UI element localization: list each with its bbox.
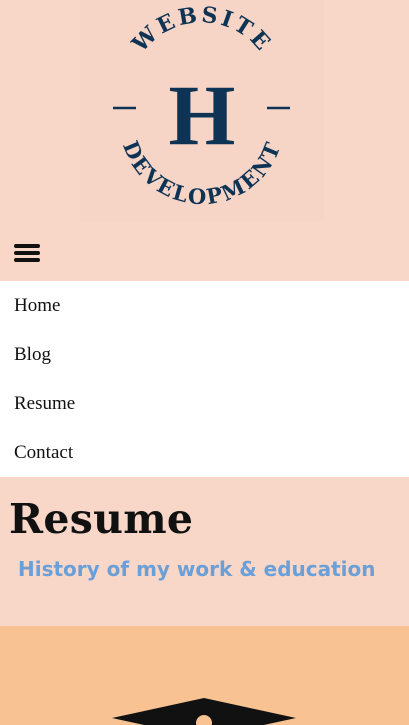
menu-bar [14, 258, 40, 262]
main-navigation: Home Blog Resume Contact [0, 281, 409, 477]
education-band [0, 626, 409, 725]
menu-bar [14, 244, 40, 248]
logo-top-text: WEBSITE [127, 2, 278, 58]
hamburger-menu-icon[interactable] [14, 243, 40, 263]
site-header: WEBSITE H DEVELOPMENT [0, 0, 409, 281]
graduation-cap-icon [112, 698, 296, 725]
page-hero: Resume History of my work & education [0, 477, 409, 626]
logo-letter: H [169, 67, 236, 163]
logo-emblem: WEBSITE H DEVELOPMENT [113, 2, 290, 209]
page-title: Resume [9, 495, 194, 543]
page-subtitle: History of my work & education [18, 557, 376, 581]
menu-bar [14, 251, 40, 255]
nav-item-contact[interactable]: Contact [0, 428, 409, 477]
nav-item-home[interactable]: Home [0, 281, 409, 330]
site-logo[interactable]: WEBSITE H DEVELOPMENT [80, 0, 324, 222]
nav-item-resume[interactable]: Resume [0, 379, 409, 428]
nav-item-blog[interactable]: Blog [0, 330, 409, 379]
